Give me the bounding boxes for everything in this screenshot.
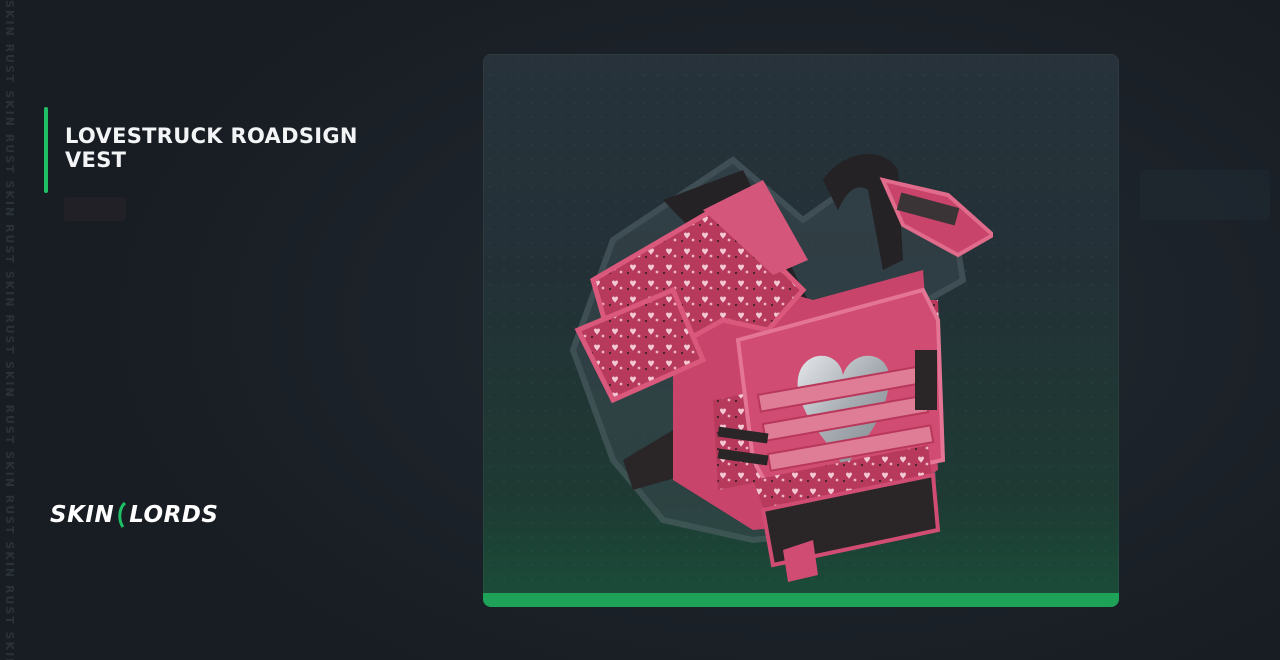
skinlords-logo: SKIN LORDS — [50, 500, 218, 530]
page: SKIN RUST SKIN RUST SKIN RUST SKIN RUST … — [0, 0, 1280, 660]
background-decoration — [1140, 170, 1270, 220]
skinlords-logo-icon — [117, 501, 127, 528]
side-watermark: SKIN RUST SKIN RUST SKIN RUST SKIN RUST … — [3, 0, 16, 660]
logo-text-left: SKIN — [50, 502, 115, 528]
armor-vest-icon — [569, 153, 993, 582]
item-title-block: LOVESTRUCK ROADSIGN VEST — [44, 107, 404, 193]
title-accent-bar — [44, 107, 48, 193]
faint-badge — [64, 197, 126, 221]
logo-text-right: LORDS — [129, 502, 219, 528]
item-card — [483, 54, 1119, 607]
card-rarity-bar — [483, 593, 1119, 607]
item-title: LOVESTRUCK ROADSIGN VEST — [65, 124, 358, 172]
